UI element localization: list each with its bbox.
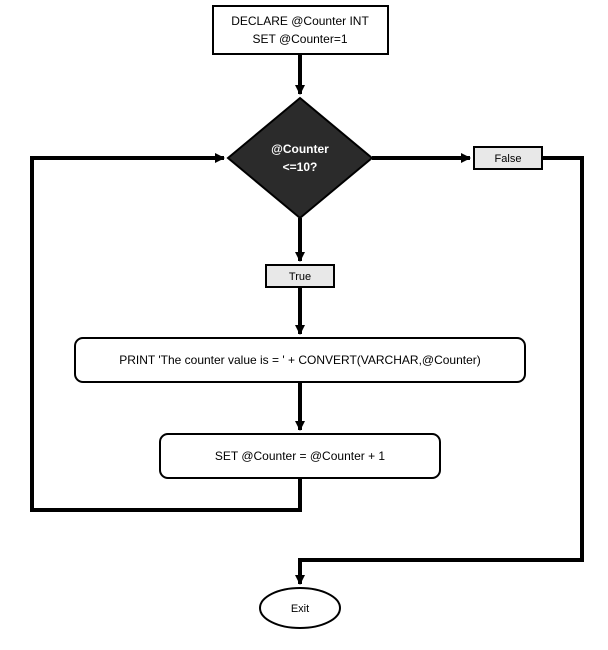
node-increment: SET @Counter = @Counter + 1 bbox=[160, 434, 440, 478]
node-print: PRINT 'The counter value is = ' + CONVER… bbox=[75, 338, 525, 382]
node-true: True bbox=[266, 265, 334, 287]
exit-text: Exit bbox=[291, 603, 309, 615]
flowchart: DECLARE @Counter INT SET @Counter=1 @Cou… bbox=[0, 0, 608, 650]
declare-line2: SET @Counter=1 bbox=[252, 32, 347, 46]
decision-line2: <=10? bbox=[283, 160, 318, 174]
decision-line1: @Counter bbox=[271, 142, 329, 156]
true-text: True bbox=[289, 271, 311, 283]
declare-line1: DECLARE @Counter INT bbox=[231, 14, 369, 28]
increment-text: SET @Counter = @Counter + 1 bbox=[215, 449, 386, 463]
node-exit: Exit bbox=[260, 588, 340, 628]
node-decision: @Counter <=10? bbox=[228, 98, 372, 218]
print-text: PRINT 'The counter value is = ' + CONVER… bbox=[119, 353, 481, 367]
false-text: False bbox=[495, 153, 522, 165]
node-declare: DECLARE @Counter INT SET @Counter=1 bbox=[213, 6, 388, 54]
node-false: False bbox=[474, 147, 542, 169]
